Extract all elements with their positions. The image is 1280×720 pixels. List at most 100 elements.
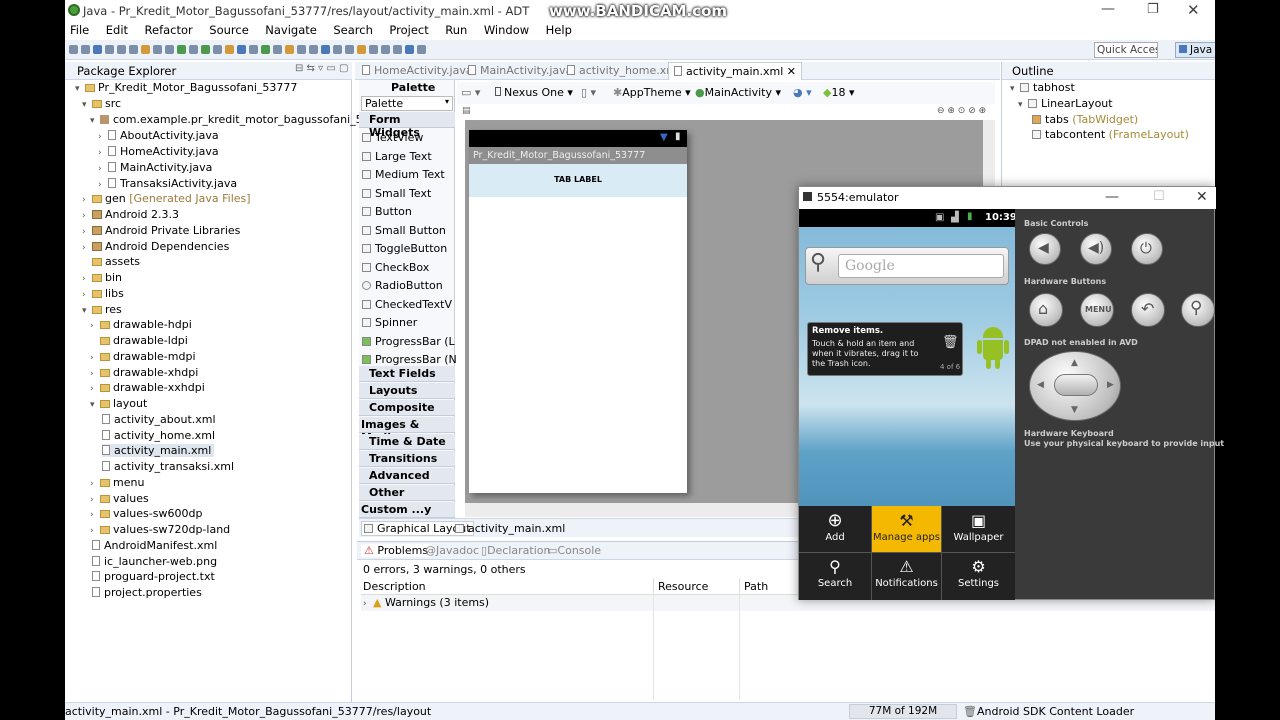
tab-main-activity[interactable]: MainActivity.java [463,62,577,80]
volume-up-button[interactable]: ◀) [1080,233,1112,265]
palette-section[interactable]: Composite [359,400,455,416]
palette-widget[interactable]: CheckedTextV [362,298,452,311]
folder-node[interactable]: ▾ res [82,303,122,316]
outline-node-linearlayout[interactable]: ▾ LinearLayout [1018,97,1113,110]
res-folder-item[interactable]: › values [90,492,149,505]
preview-tab[interactable]: TAB LABEL [469,164,687,197]
project-file-item[interactable]: proguard-project.txt [92,570,215,583]
layout-file-item[interactable]: activity_about.xml [102,413,216,426]
tab-console[interactable]: ▭Console [547,544,601,557]
menu-navigate[interactable]: Navigate [265,23,317,37]
src-node[interactable]: ▾ src [82,97,121,110]
project-file-item[interactable]: AndroidManifest.xml [92,539,217,552]
library-node[interactable]: › Android 2.3.3 [82,208,179,221]
res-folder-item[interactable]: › menu [90,476,144,489]
palette-section[interactable]: Advanced [359,468,455,484]
outline-node-tabs[interactable]: tabs (TabWidget) [1032,113,1138,126]
res-folder-item[interactable]: › values-sw720dp-land [90,523,230,536]
java-file-item[interactable]: › TransaksiActivity.java [98,177,237,190]
layout-file-item[interactable]: activity_transaksi.xml [102,460,234,473]
layout-file-item-selected[interactable]: activity_main.xml [102,444,215,457]
home-button[interactable]: ⌂ [1029,293,1063,327]
project-file-item[interactable]: project.properties [92,586,202,599]
column-resource[interactable]: Resource [653,578,712,595]
menu-project[interactable]: Project [389,23,428,37]
palette-widget[interactable]: CheckBox [362,261,429,274]
palette-section[interactable]: Custom ...y Views [359,502,455,529]
library-node[interactable]: › Android Dependencies [82,240,229,253]
close-button[interactable]: ✕ [1187,1,1200,19]
palette-widget[interactable]: Spinner [362,316,417,329]
google-search-input[interactable]: Google [838,254,1004,278]
package-node[interactable]: ▾ com.example.pr_kredit_motor_bagussofani… [90,113,391,126]
library-node[interactable]: › Android Private Libraries [82,224,240,237]
res-folder-item[interactable]: drawable-ldpi [90,334,188,347]
outline-title[interactable]: Outline [1012,64,1054,78]
config-icon[interactable]: ▭ ▾ [461,86,480,99]
tab-home-activity[interactable]: HomeActivity.java [357,62,478,80]
palette-widget[interactable]: Medium Text [362,168,445,181]
palette-section-form-widgets[interactable]: Form Widgets [359,112,455,139]
launcher-settings[interactable]: ⚙ Settings [942,556,1015,589]
palette-section[interactable]: Text Fields [359,366,455,382]
activity-selector[interactable]: ●MainActivity ▾ [695,86,781,99]
menu-window[interactable]: Window [484,23,529,37]
tab-problems[interactable]: ⚠ Problems [361,544,432,557]
palette-section[interactable]: Other [359,485,455,501]
volume-down-button[interactable]: ◀ [1029,233,1061,265]
device-selector[interactable]: Nexus One ▾ [495,86,573,99]
folder-node[interactable]: › libs [82,287,124,300]
package-explorer-title[interactable]: Package Explorer [77,64,176,78]
layout-file-item[interactable]: activity_home.xml [102,429,215,442]
back-button[interactable]: ↶ [1131,293,1165,327]
tab-xml-source[interactable]: activity_main.xml [455,522,565,535]
menu-edit[interactable]: Edit [106,23,128,37]
orientation-button[interactable]: ▯ ▾ [581,86,596,99]
palette-widget[interactable]: ToggleButton [362,242,447,255]
quick-access-field[interactable]: Quick Acces [1094,42,1158,58]
project-node[interactable]: ▾ Pr_Kredit_Motor_Bagussofani_53777 [75,81,297,94]
res-folder-item[interactable]: › drawable-mdpi [90,350,196,363]
palette-dropdown[interactable]: Palette ▾ [361,96,453,111]
palette-widget[interactable]: Small Button [362,224,446,237]
maximize-button[interactable]: ❐ [1147,2,1159,17]
menu-refactor[interactable]: Refactor [145,23,193,37]
google-search-widget[interactable]: ⚲ Google [805,247,1009,285]
res-folder-item[interactable]: › values-sw600dp [90,507,202,520]
res-folder-item[interactable]: › drawable-xhdpi [90,366,198,379]
tab-declaration[interactable]: ▯Declaration [481,544,550,557]
palette-widget[interactable]: TextView [362,131,423,144]
column-description[interactable]: Description [363,580,426,593]
emulator-maximize[interactable]: ☐ [1153,189,1165,204]
emulator-screen[interactable]: ▣ ▟ ▮ 10:39 ⚲ Google Remove items. Touch… [799,209,1015,600]
launcher-add[interactable]: ⊕ Add [799,510,871,543]
java-file-item[interactable]: › HomeActivity.java [98,145,219,158]
palette-section[interactable]: Layouts [359,383,455,399]
outline-node-tabcontent[interactable]: tabcontent (FrameLayout) [1032,128,1189,141]
minimize-button[interactable]: — [1101,1,1115,17]
dpad-center[interactable] [1054,374,1098,396]
column-path[interactable]: Path [739,578,772,595]
menu-file[interactable]: File [70,23,89,37]
locale-selector[interactable]: ◕ ▾ [793,86,812,99]
java-file-item[interactable]: › MainActivity.java [98,161,212,174]
res-folder-item[interactable]: ▾ layout [90,397,147,410]
java-file-item[interactable]: › AboutActivity.java [98,129,219,142]
emulator-close[interactable]: ✕ [1196,189,1208,205]
zoom-controls[interactable]: ⊖ ⊕ ⊙ ⊘ ⊕ [937,106,986,116]
palette-widget[interactable]: Button [362,205,412,218]
launcher-wallpaper[interactable]: ▣ Wallpaper [942,510,1015,543]
palette-widget[interactable]: ProgressBar (L [362,335,455,348]
palette-section[interactable]: Images & Media [359,417,455,444]
outline-node-tabhost[interactable]: ▾ tabhost [1010,81,1075,94]
api-level-selector[interactable]: ◆18 ▾ [823,86,855,99]
folder-node[interactable]: assets [82,255,140,268]
emulator-minimize[interactable]: — [1105,189,1119,205]
palette-widget[interactable]: RadioButton [362,279,443,292]
heap-status[interactable]: 77M of 192M [849,704,957,719]
layout-actions-icon[interactable]: ▤ [462,106,471,116]
menu-run[interactable]: Run [445,23,467,37]
res-folder-item[interactable]: › drawable-xxhdpi [90,381,205,394]
toolbar-icons[interactable] [68,40,488,60]
palette-section[interactable]: Transitions [359,451,455,467]
